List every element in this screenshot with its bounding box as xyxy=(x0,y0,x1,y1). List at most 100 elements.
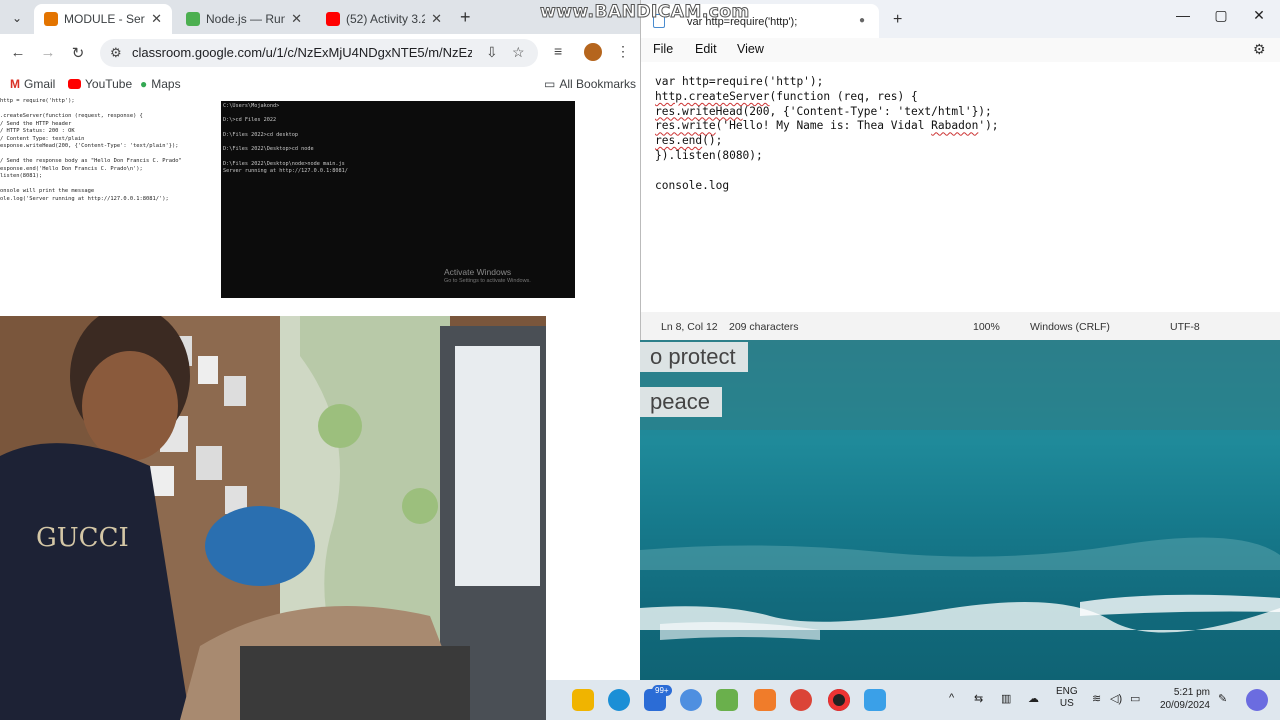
reload-icon[interactable]: ↻ xyxy=(68,44,88,62)
app-icon[interactable] xyxy=(716,689,738,711)
ocean-image xyxy=(640,340,1280,640)
code-line: http.createServer(function (req, res) { xyxy=(655,89,918,103)
zoom-level[interactable]: 100% xyxy=(973,321,1000,333)
time: 5:21 pm xyxy=(1173,687,1210,698)
code-line: res.writeHead(200, {'Content-Type': 'tex… xyxy=(655,104,992,118)
menu-edit[interactable]: Edit xyxy=(695,42,717,56)
line-ending[interactable]: Windows (CRLF) xyxy=(1030,321,1110,333)
menu-view[interactable]: View xyxy=(737,42,764,56)
tab-title: (52) Activity 3.2 | N xyxy=(346,12,426,26)
overlay-text-line2: peace xyxy=(640,387,722,417)
status-bar: Ln 8, Col 12 209 characters 100% Windows… xyxy=(641,312,1280,340)
tab-youtube-activity[interactable]: (52) Activity 3.2 | N ✕ xyxy=(316,4,452,34)
code-line: res.end(); xyxy=(655,134,723,148)
new-tab-button[interactable]: + xyxy=(460,7,471,28)
edge-icon[interactable] xyxy=(608,689,630,711)
notepad-menubar: File Edit View ⚙ xyxy=(641,38,1280,62)
tab-module-server[interactable]: MODULE - Server ✕ xyxy=(34,4,172,34)
youtube-icon xyxy=(326,12,340,26)
file-explorer-icon[interactable] xyxy=(572,689,594,711)
tab-title: Node.js — Run Jav xyxy=(206,12,286,26)
chrome-icon[interactable] xyxy=(790,689,812,711)
cmd-output: C:\Users\Mojakond> D:\>cd Files 2022 D:\… xyxy=(223,103,348,174)
copilot-icon[interactable] xyxy=(1246,689,1268,711)
volume-icon[interactable]: ◁) xyxy=(1110,692,1122,705)
mail-badge: 99+ xyxy=(652,685,672,696)
notepad-editor[interactable]: var http=require('http'); http.createSer… xyxy=(641,62,1280,312)
address-bar[interactable]: ⚙ classroom.google.com/u/1/c/NzExMjU4NDg… xyxy=(100,39,538,67)
svg-text:GUCCI: GUCCI xyxy=(36,523,129,553)
bookmark-label: Gmail xyxy=(24,77,56,91)
battery-icon[interactable]: ▭ xyxy=(1130,692,1140,705)
tab-title: MODULE - Server xyxy=(64,12,145,26)
folder-icon: ▭ xyxy=(544,77,556,91)
code-text[interactable]: var http=require('http'); http.createSer… xyxy=(655,75,999,193)
new-tab-button[interactable]: + xyxy=(893,11,902,29)
code-line: console.log xyxy=(655,178,730,192)
menu-icon[interactable]: ⋮ xyxy=(616,43,630,60)
avatar[interactable] xyxy=(584,43,602,61)
nodejs-icon xyxy=(186,12,200,26)
chat-icon[interactable] xyxy=(680,689,702,711)
youtube-icon xyxy=(68,79,81,89)
bookmark-maps[interactable]: ● Maps xyxy=(140,77,181,91)
url-text[interactable]: classroom.google.com/u/1/c/NzExMjU4NDgxN… xyxy=(132,45,472,60)
menu-file[interactable]: File xyxy=(653,42,673,56)
bookmark-label: YouTube xyxy=(85,77,133,91)
notepad-icon[interactable] xyxy=(864,689,886,711)
overlay-text-line1: o protect xyxy=(640,342,748,372)
close-icon[interactable]: ✕ xyxy=(1249,7,1269,24)
wifi-icon[interactable]: ≋ xyxy=(1092,692,1101,705)
close-tab-icon[interactable]: ✕ xyxy=(431,11,442,27)
onedrive-icon[interactable]: ☁ xyxy=(1028,692,1039,705)
webcam-overlay: GUCCI xyxy=(0,316,546,720)
notification-icon[interactable]: ✎ xyxy=(1218,692,1227,705)
date: 20/09/2024 xyxy=(1159,700,1210,711)
maps-pin-icon: ● xyxy=(140,77,148,91)
character-count: 209 characters xyxy=(729,321,799,333)
code-screenshot: http = require('http'); .createServer(fu… xyxy=(0,98,182,202)
desktop-wallpaper: o protect peace xyxy=(640,340,1280,680)
clock[interactable]: 5:21 pm 20/09/2024 xyxy=(1158,686,1210,712)
tab-nodejs[interactable]: Node.js — Run Jav ✕ xyxy=(176,4,312,34)
activate-windows-subtitle: Go to Settings to activate Windows. xyxy=(444,278,531,284)
install-icon[interactable]: ⇩ xyxy=(486,44,498,61)
encoding[interactable]: UTF-8 xyxy=(1170,321,1200,333)
site-info-icon[interactable]: ⚙ xyxy=(110,45,122,61)
xampp-icon[interactable] xyxy=(754,689,776,711)
chevron-up-icon[interactable]: ^ xyxy=(949,692,954,704)
language-code: ENG xyxy=(1056,686,1078,697)
back-icon[interactable]: ← xyxy=(8,44,28,61)
language-indicator[interactable]: ENG US xyxy=(1056,686,1078,710)
bookmark-youtube[interactable]: YouTube xyxy=(68,77,132,91)
code-line: }).listen(8080); xyxy=(655,148,763,162)
forward-icon[interactable]: → xyxy=(38,44,58,61)
browser-toolbar: ← → ↻ ⚙ classroom.google.com/u/1/c/NzExM… xyxy=(0,34,640,72)
bookmark-label: Maps xyxy=(151,77,181,91)
minimize-icon[interactable]: — xyxy=(1173,7,1193,23)
tray-app-icon[interactable]: ⇆ xyxy=(974,692,983,705)
command-prompt-screenshot: C:\Users\Mojakond> D:\>cd Files 2022 D:\… xyxy=(221,101,575,298)
close-tab-icon[interactable]: ✕ xyxy=(291,11,302,27)
all-bookmarks[interactable]: ▭ All Bookmarks xyxy=(544,77,636,91)
region-code: US xyxy=(1059,698,1074,709)
reading-list-icon[interactable]: ≡ xyxy=(554,43,562,59)
activate-windows-title: Activate Windows xyxy=(444,267,512,277)
bookmark-label: All Bookmarks xyxy=(559,77,637,91)
bandicam-record-icon[interactable] xyxy=(828,689,850,711)
cursor-position: Ln 8, Col 12 xyxy=(661,321,718,333)
unsaved-dot-icon[interactable]: ● xyxy=(859,15,865,26)
settings-gear-icon[interactable]: ⚙ xyxy=(1253,41,1266,58)
tray-app-icon-2[interactable]: ▥ xyxy=(1001,692,1011,705)
bookmark-gmail[interactable]: M Gmail xyxy=(10,77,55,91)
maximize-icon[interactable]: ▢ xyxy=(1211,7,1231,24)
classroom-icon xyxy=(44,12,58,26)
tab-search-icon[interactable]: ⌄ xyxy=(6,8,28,28)
close-tab-icon[interactable]: ✕ xyxy=(151,11,162,27)
gmail-icon: M xyxy=(10,77,20,91)
notepad-window: var http=require('http'); ● + — ▢ ✕ File… xyxy=(640,0,1280,340)
star-icon[interactable]: ☆ xyxy=(512,44,525,61)
bookmarks-bar: M Gmail YouTube ● Maps ▭ All Bookmarks xyxy=(0,72,640,96)
code-line: var http=require('http'); xyxy=(655,75,824,88)
